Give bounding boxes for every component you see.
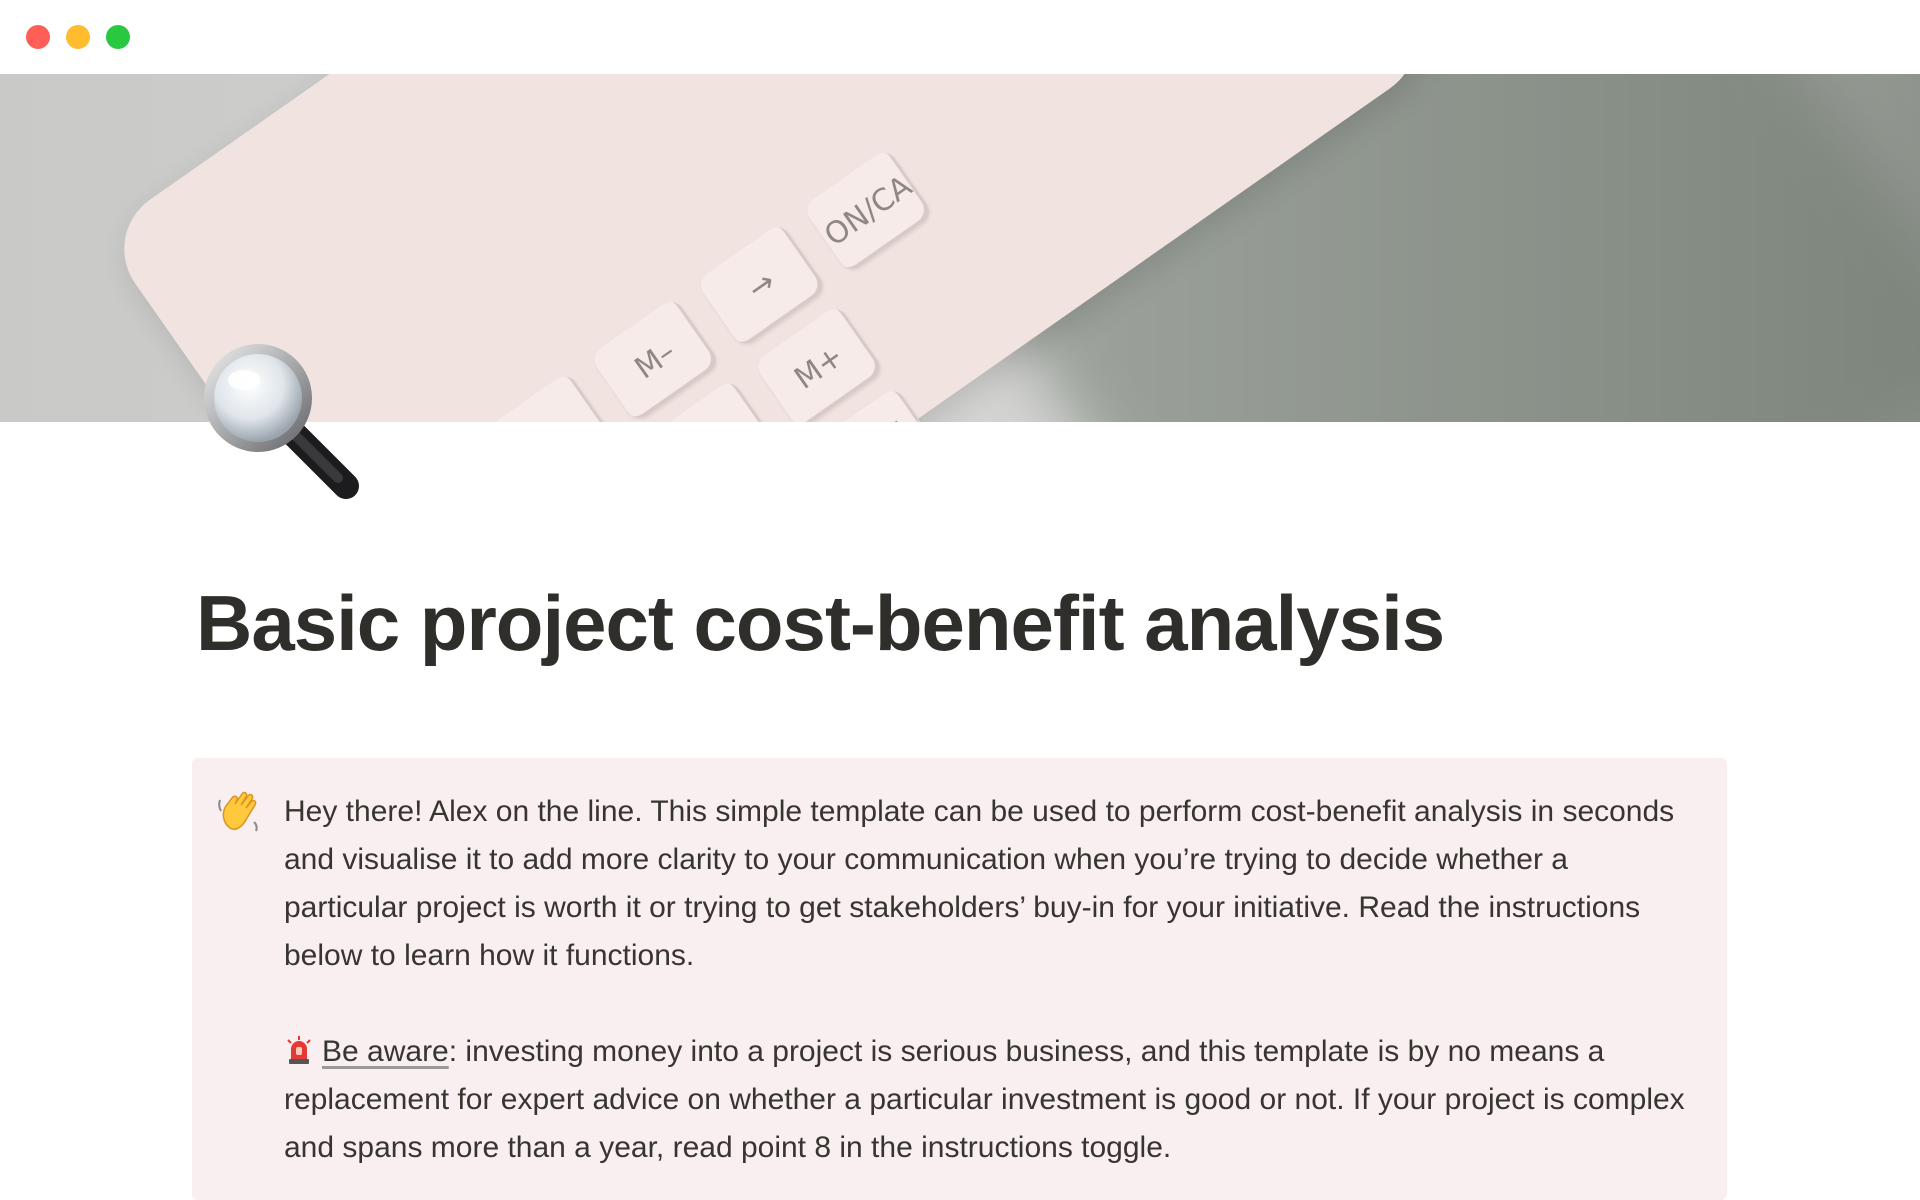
be-aware-link[interactable]: Be aware — [322, 1035, 449, 1068]
window-titlebar — [0, 0, 1920, 74]
page-title[interactable]: Basic project cost-benefit analysis — [196, 578, 1445, 669]
warning-text: : investing money into a project is seri… — [284, 1035, 1685, 1164]
minimize-window-button[interactable] — [66, 25, 90, 49]
calc-key: 8 — [482, 371, 615, 422]
intro-callout: Hey there! Alex on the line. This simple… — [192, 758, 1727, 1200]
calc-key: ON/CA — [801, 147, 935, 275]
callout-paragraph-intro: Hey there! Alex on the line. This simple… — [284, 795, 1675, 972]
maximize-window-button[interactable] — [106, 25, 130, 49]
siren-icon — [284, 1032, 314, 1064]
waving-hand-icon — [216, 788, 262, 834]
close-window-button[interactable] — [26, 25, 50, 49]
callout-paragraph-warning: Be aware: investing money into a project… — [284, 1028, 1694, 1172]
callout-text: Hey there! Alex on the line. This simple… — [284, 788, 1694, 1172]
magnifying-glass-icon[interactable] — [196, 336, 366, 506]
